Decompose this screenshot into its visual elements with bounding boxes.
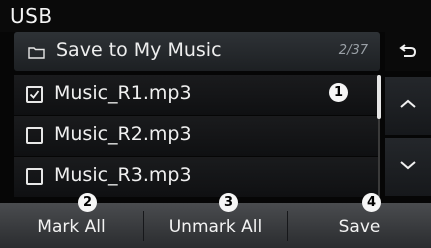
checkbox[interactable] — [26, 86, 43, 103]
checkmark-icon — [29, 90, 40, 99]
unmark-all-label: Unmark All — [168, 217, 263, 237]
header-label: Save to My Music — [56, 39, 222, 61]
file-name: Music_R1.mp3 — [54, 82, 192, 104]
folder-icon — [28, 44, 45, 59]
back-arrow-icon — [399, 44, 417, 57]
scroll-up-button[interactable] — [385, 77, 431, 135]
file-name: Music_R2.mp3 — [54, 123, 192, 145]
usb-screen: USB Save to My Music 2/37 Music_R1.mp3 M… — [0, 0, 431, 248]
file-row[interactable]: Music_R1.mp3 — [14, 75, 380, 115]
save-button[interactable]: Save — [288, 203, 431, 248]
window-title: USB — [10, 4, 53, 28]
scroll-down-button[interactable] — [385, 138, 431, 196]
mark-all-label: Mark All — [37, 217, 106, 237]
callout-badge: 1 — [329, 83, 348, 102]
checkbox[interactable] — [26, 127, 43, 144]
page-count: 2/37 — [338, 43, 368, 58]
callout-badge: 4 — [362, 193, 381, 212]
callout-badge: 3 — [219, 193, 238, 212]
save-label: Save — [338, 217, 381, 237]
chevron-up-icon — [400, 99, 416, 108]
unmark-all-button[interactable]: Unmark All — [144, 203, 287, 248]
mark-all-button[interactable]: Mark All — [0, 203, 143, 248]
callout-badge: 2 — [78, 193, 97, 212]
file-name: Music_R3.mp3 — [54, 164, 192, 186]
title-bar: USB — [0, 0, 431, 32]
back-button[interactable] — [385, 32, 431, 71]
chevron-down-icon — [400, 161, 416, 170]
scrollbar-thumb[interactable] — [377, 75, 381, 119]
file-row[interactable]: Music_R3.mp3 — [14, 157, 380, 197]
checkbox[interactable] — [26, 168, 43, 185]
file-row[interactable]: Music_R2.mp3 — [14, 116, 380, 156]
folder-header: Save to My Music 2/37 — [14, 32, 380, 71]
